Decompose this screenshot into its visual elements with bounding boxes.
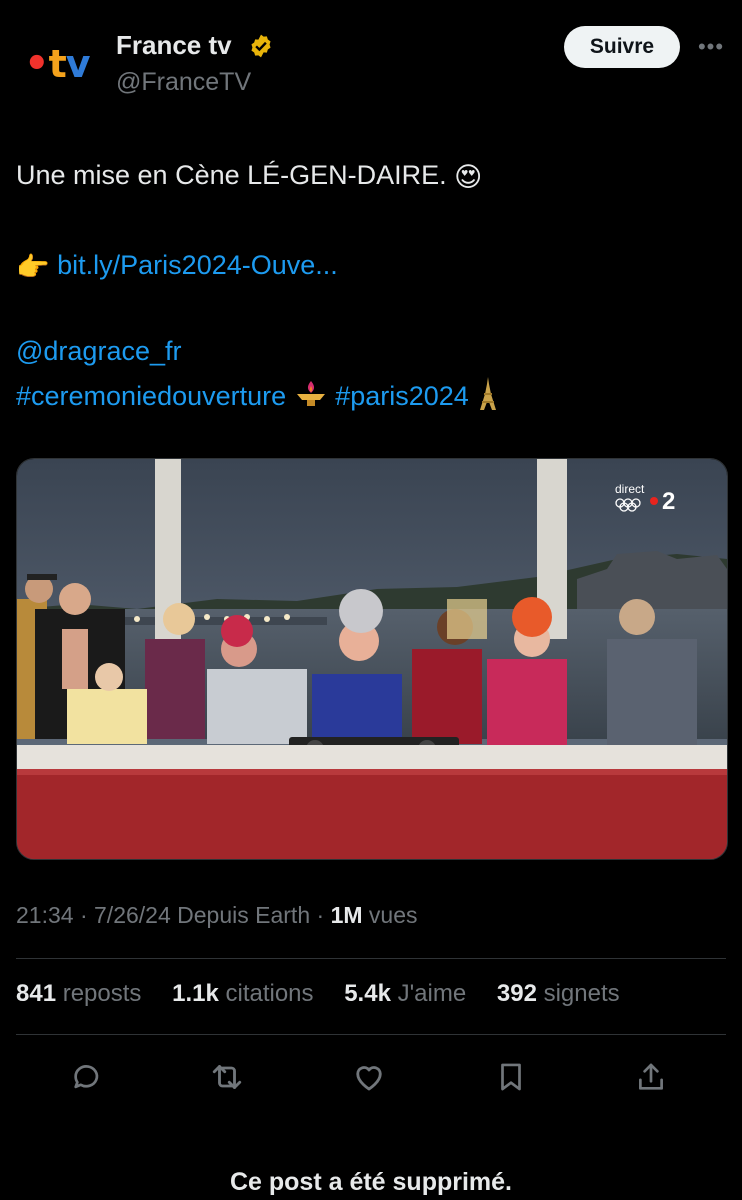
avatar[interactable]: •tv: [16, 24, 100, 108]
engagement-stats: 841 reposts 1.1k citations 5.4k J'aime 3…: [16, 980, 620, 1008]
quotes-stat[interactable]: 1.1k citations: [172, 980, 313, 1007]
verified-badge-icon: [248, 33, 274, 59]
share-icon[interactable]: [632, 1058, 670, 1096]
reposts-stat[interactable]: 841 reposts: [16, 980, 141, 1007]
tweet-image[interactable]: direct 2: [16, 458, 728, 860]
follow-button[interactable]: Suivre: [564, 26, 680, 68]
france-tv-logo: •tv: [24, 41, 91, 87]
hashtag-ceremonie[interactable]: #ceremoniedouverture: [16, 381, 286, 411]
ceremony-photo: direct 2: [17, 459, 727, 859]
more-options-icon[interactable]: •••: [694, 32, 728, 62]
channel-number: 2: [662, 488, 675, 515]
display-name[interactable]: France tv: [116, 30, 232, 61]
bookmark-icon[interactable]: [492, 1058, 530, 1096]
bookmarks-stat[interactable]: 392 signets: [497, 980, 620, 1007]
divider: [16, 958, 726, 959]
views-label: vues: [368, 902, 418, 928]
pointing-right-emoji-icon: 👉: [16, 251, 50, 282]
divider: [16, 1034, 726, 1035]
deleted-notice: Ce post a été supprimé.: [229, 1168, 513, 1196]
reply-icon[interactable]: [68, 1058, 106, 1096]
tweet-link-line: 👉 bit.ly/Paris2024-Ouve...: [16, 248, 338, 284]
broadcast-direct-label: direct: [615, 482, 645, 496]
mention-link[interactable]: @dragrace_fr: [16, 334, 181, 368]
tweet-link[interactable]: bit.ly/Paris2024-Ouve...: [57, 250, 338, 280]
tweet-meta: 21:34 · 7/26/24 Depuis Earth · 1M vues: [16, 902, 418, 928]
heart-eyes-emoji-icon: 😍: [454, 161, 483, 192]
like-icon[interactable]: [350, 1058, 388, 1096]
hashtag-paris2024[interactable]: #paris2024: [335, 381, 469, 411]
repost-icon[interactable]: [208, 1058, 246, 1096]
hashtag-line: #ceremoniedouverture #paris2024: [16, 376, 500, 420]
likes-stat[interactable]: 5.4k J'aime: [344, 980, 466, 1007]
olympic-flame-icon: [294, 379, 328, 417]
views-count: 1M: [330, 902, 363, 928]
tweet-text-line: Une mise en Cène LÉ-GEN-DAIRE. 😍: [16, 158, 482, 194]
tweet-time[interactable]: 21:34: [16, 902, 74, 928]
tweet-text: Une mise en Cène LÉ-GEN-DAIRE.: [16, 160, 447, 190]
handle[interactable]: @FranceTV: [116, 68, 251, 97]
tweet-source: Depuis Earth: [177, 902, 311, 928]
eiffel-tower-icon: [476, 376, 500, 420]
tweet-date[interactable]: 7/26/24: [94, 902, 171, 928]
